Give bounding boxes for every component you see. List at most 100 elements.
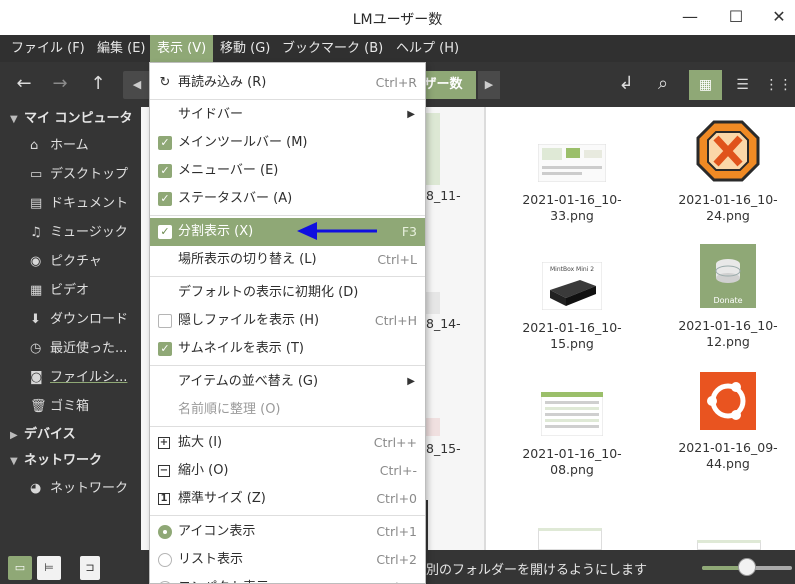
ubuntu-logo-icon bbox=[700, 372, 756, 430]
menu-item-zoom-in[interactable]: + 拡大 (I) Ctrl++ bbox=[150, 429, 425, 457]
status-message: 別のフォルダーを開けるようにします bbox=[426, 563, 648, 578]
hide-sidebar-button[interactable]: ⊐ bbox=[80, 556, 100, 580]
thumbnail-partial[interactable] bbox=[426, 113, 440, 185]
show-tree-button[interactable]: ⊨ bbox=[37, 556, 61, 580]
expand-arrow-icon: ▼ bbox=[10, 456, 18, 467]
submenu-arrow-icon: ▶ bbox=[407, 109, 415, 120]
file-label-partial[interactable]: 8_15- bbox=[426, 441, 461, 457]
sidebar: ▼ マイ コンピュータ ⌂ ホーム ▭ デスクトップ ▤ ドキュメント ♫ ミュージック … bbox=[0, 107, 141, 550]
menu-item-show-hidden[interactable]: 隠しファイルを表示 (H) Ctrl+H bbox=[150, 307, 425, 335]
zoom-slider-handle[interactable] bbox=[738, 558, 756, 576]
sidebar-item-documents[interactable]: ▤ ドキュメント bbox=[0, 191, 141, 217]
drive-icon: ◙ bbox=[30, 370, 43, 385]
menu-item-show-thumbnails[interactable]: ✓ サムネイルを表示 (T) bbox=[150, 335, 425, 363]
icon-view-button[interactable]: ▦ bbox=[689, 70, 722, 100]
thumbnail-partial[interactable] bbox=[538, 528, 602, 550]
zoom-out-icon: − bbox=[158, 465, 170, 477]
window-title: LMユーザー数 bbox=[352, 12, 443, 28]
menu-item-icon-view[interactable]: アイコン表示 Ctrl+1 bbox=[150, 518, 425, 546]
thumbnail-partial[interactable] bbox=[426, 418, 440, 436]
menu-item-sidebar[interactable]: サイドバー ▶ bbox=[150, 101, 425, 129]
open-terminal-icon[interactable]: ↲ bbox=[612, 70, 640, 98]
sidebar-item-network[interactable]: ◕ ネットワーク bbox=[0, 476, 141, 502]
menu-go[interactable]: 移動 (G) bbox=[213, 35, 277, 62]
menu-item-main-toolbar[interactable]: ✓ メインツールバー (M) bbox=[150, 129, 425, 157]
donate-thumbnail: Donate bbox=[700, 244, 756, 308]
maximize-button[interactable]: ☐ bbox=[723, 6, 749, 28]
menu-item-arrange-items[interactable]: アイテムの並べ替え (G) ▶ bbox=[150, 368, 425, 396]
breadcrumb-scroll-left[interactable]: ◀ bbox=[123, 71, 151, 99]
sidebar-item-pictures[interactable]: ◉ ピクチャ bbox=[0, 249, 141, 275]
file-label-partial[interactable]: 8_14- bbox=[426, 316, 461, 332]
breadcrumb-scroll-right[interactable]: ▶ bbox=[478, 71, 500, 99]
checkbox-checked-icon: ✓ bbox=[158, 164, 172, 178]
compact-view-button[interactable]: ⋮⋮ bbox=[762, 70, 795, 100]
menu-item-list-view[interactable]: リスト表示 Ctrl+2 bbox=[150, 546, 425, 574]
menu-item-menubar[interactable]: ✓ メニューバー (E) bbox=[150, 157, 425, 185]
sidebar-section-network[interactable]: ▼ ネットワーク bbox=[0, 449, 102, 473]
device-thumbnail: MintBox Mini 2 bbox=[541, 261, 603, 311]
sidebar-item-trash[interactable]: 🗑 ゴミ箱 bbox=[0, 394, 141, 420]
file-item[interactable]: Donate 2021-01-16_10- 12.png bbox=[673, 244, 783, 350]
menu-item-normal-size[interactable]: 1 標準サイズ (Z) Ctrl+0 bbox=[150, 485, 425, 513]
thumbnail-partial[interactable] bbox=[426, 292, 440, 314]
show-places-button[interactable]: ▭ bbox=[8, 556, 32, 580]
file-item[interactable]: 2021-01-16_09- 44.png bbox=[673, 372, 783, 472]
file-label-partial[interactable]: 8_11- bbox=[426, 188, 461, 204]
menu-item-reload[interactable]: ↻ 再読み込み (R) Ctrl+R bbox=[150, 69, 425, 97]
title-bar: LMユーザー数 — ☐ ✕ bbox=[0, 0, 795, 35]
menu-separator bbox=[150, 515, 425, 516]
close-button[interactable]: ✕ bbox=[766, 6, 792, 28]
sidebar-item-recent[interactable]: ◷ 最近使った... bbox=[0, 336, 141, 362]
file-item[interactable]: 2021-01-16_10- 08.png bbox=[517, 391, 627, 478]
menu-separator bbox=[150, 99, 425, 100]
menu-help[interactable]: ヘルプ (H) bbox=[389, 35, 466, 62]
annotation-arrow-icon bbox=[297, 222, 377, 240]
menu-item-reset-view[interactable]: デフォルトの表示に初期化 (D) bbox=[150, 279, 425, 307]
sidebar-item-downloads[interactable]: ⬇ ダウンロード bbox=[0, 307, 141, 333]
sidebar-item-filesystem[interactable]: ◙ ファイルシ... bbox=[0, 365, 141, 391]
file-item[interactable]: 2021-01-16_10- 33.png bbox=[517, 143, 627, 224]
network-icon: ◕ bbox=[30, 481, 42, 496]
back-icon[interactable]: ← bbox=[10, 70, 38, 98]
thumbnail-partial[interactable] bbox=[697, 540, 761, 550]
minimize-button[interactable]: — bbox=[677, 6, 703, 28]
screenshot-thumbnail bbox=[540, 391, 604, 437]
menu-separator bbox=[150, 276, 425, 277]
search-icon[interactable]: ⌕ bbox=[649, 70, 677, 98]
menu-edit[interactable]: 編集 (E) bbox=[90, 35, 153, 62]
menu-item-split-view[interactable]: ✓ 分割表示 (X) F3 bbox=[150, 218, 425, 246]
menu-bookmarks[interactable]: ブックマーク (B) bbox=[275, 35, 390, 62]
radio-unselected-icon bbox=[158, 553, 172, 567]
trash-icon: 🗑 bbox=[30, 399, 47, 414]
menu-file[interactable]: ファイル (F) bbox=[4, 35, 92, 62]
sidebar-section-devices[interactable]: ▶ デバイス bbox=[0, 423, 76, 447]
up-icon[interactable]: ↑ bbox=[84, 70, 112, 98]
forward-icon[interactable]: → bbox=[46, 70, 74, 98]
thumbnail-partial bbox=[426, 500, 428, 550]
sidebar-item-home[interactable]: ⌂ ホーム bbox=[0, 133, 141, 159]
list-view-button[interactable]: ☰ bbox=[726, 70, 759, 100]
sidebar-item-desktop[interactable]: ▭ デスクトップ bbox=[0, 162, 141, 188]
file-item[interactable]: MintBox Mini 2 2021-01-16_10- 15.png bbox=[517, 261, 627, 352]
menu-item-zoom-out[interactable]: − 縮小 (O) Ctrl+- bbox=[150, 457, 425, 485]
checkbox-checked-icon: ✓ bbox=[158, 136, 172, 150]
sidebar-item-music[interactable]: ♫ ミュージック bbox=[0, 220, 141, 246]
music-icon: ♫ bbox=[30, 225, 42, 240]
thumbnail-caption: MintBox Mini 2 bbox=[550, 266, 594, 273]
desktop-icon: ▭ bbox=[30, 167, 43, 182]
film-icon: ▦ bbox=[30, 283, 43, 298]
menu-item-statusbar[interactable]: ✓ ステータスバー (A) bbox=[150, 185, 425, 213]
menu-view[interactable]: 表示 (V) bbox=[150, 35, 214, 62]
download-icon: ⬇ bbox=[30, 312, 41, 327]
menu-separator bbox=[150, 426, 425, 427]
file-item[interactable]: 2021-01-16_10- 24.png bbox=[673, 120, 783, 224]
sidebar-section-my-computer[interactable]: ▼ マイ コンピュータ bbox=[0, 107, 133, 131]
sidebar-item-videos[interactable]: ▦ ビデオ bbox=[0, 278, 141, 304]
logo-thumbnail bbox=[696, 120, 760, 182]
menu-item-compact-view[interactable]: コンパクト表示 Ctrl+3 bbox=[150, 574, 425, 583]
menu-separator bbox=[150, 215, 425, 216]
camera-icon: ◉ bbox=[30, 254, 42, 269]
home-icon: ⌂ bbox=[30, 138, 39, 153]
menu-item-toggle-location[interactable]: 場所表示の切り替え (L) Ctrl+L bbox=[150, 246, 425, 274]
